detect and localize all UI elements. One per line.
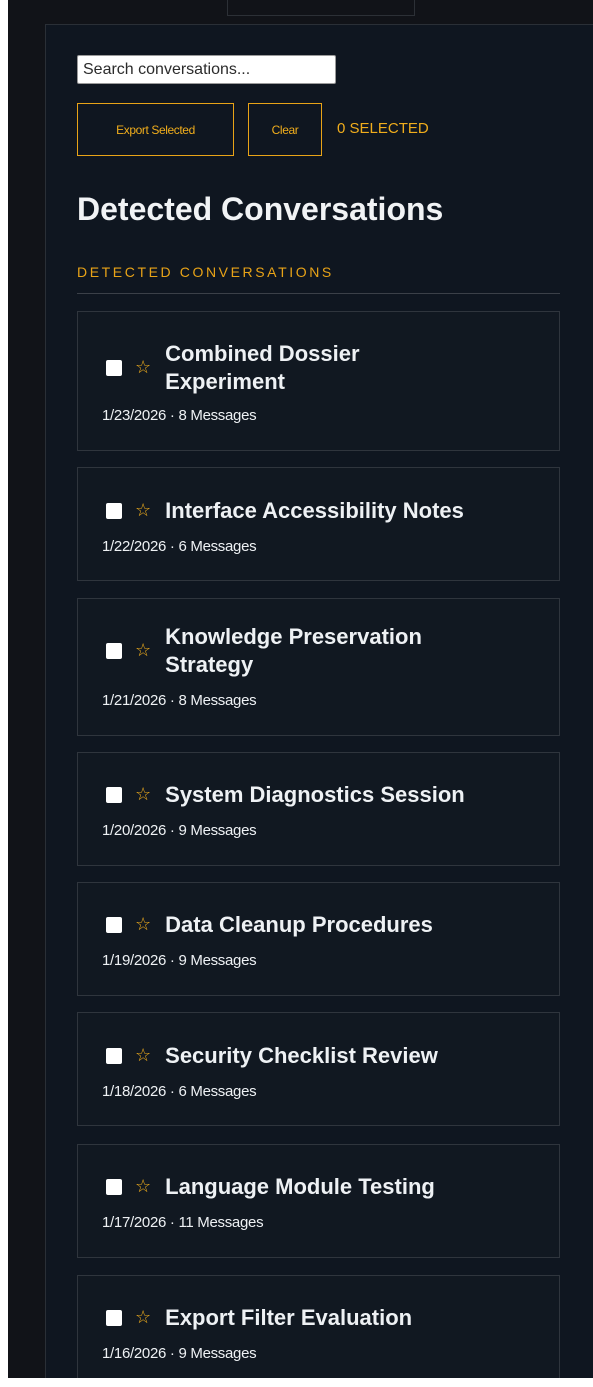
conversation-card[interactable]: ☆ Combined Dossier Experiment 1/23/2026 … [77,311,560,451]
select-checkbox[interactable] [106,917,122,933]
star-icon[interactable]: ☆ [135,502,151,520]
conversation-title[interactable]: Security Checklist Review [165,1042,505,1070]
conversation-meta: 1/18/2026 · 6 Messages [102,1083,257,1100]
select-checkbox[interactable] [106,503,122,519]
export-selected-button[interactable]: Export Selected [77,103,234,156]
conversation-card[interactable]: ☆ Export Filter Evaluation 1/16/2026 · 9… [77,1275,560,1378]
page-title: Detected Conversations [77,191,444,227]
star-icon[interactable]: ☆ [135,916,151,934]
section-heading: DETECTED CONVERSATIONS [77,264,334,280]
conversation-card[interactable]: ☆ Data Cleanup Procedures 1/19/2026 · 9 … [77,882,560,996]
top-tab-stub [227,0,415,16]
search-input[interactable] [77,55,336,84]
star-icon[interactable]: ☆ [135,1309,151,1327]
select-checkbox[interactable] [106,1310,122,1326]
star-icon[interactable]: ☆ [135,1178,151,1196]
conversation-title[interactable]: Interface Accessibility Notes [165,497,505,525]
conversation-card[interactable]: ☆ Language Module Testing 1/17/2026 · 11… [77,1144,560,1258]
select-checkbox[interactable] [106,787,122,803]
conversation-meta: 1/19/2026 · 9 Messages [102,952,257,969]
conversation-title[interactable]: Language Module Testing [165,1173,505,1201]
conversation-meta: 1/22/2026 · 6 Messages [102,538,257,555]
conversation-card[interactable]: ☆ Interface Accessibility Notes 1/22/202… [77,467,560,581]
star-icon[interactable]: ☆ [135,359,151,377]
conversation-meta: 1/23/2026 · 8 Messages [102,407,257,424]
conversation-title[interactable]: Data Cleanup Procedures [165,911,505,939]
clear-button[interactable]: Clear [248,103,322,156]
select-checkbox[interactable] [106,360,122,376]
conversation-card[interactable]: ☆ Knowledge Preservation Strategy 1/21/2… [77,598,560,736]
conversation-title[interactable]: System Diagnostics Session [165,781,505,809]
conversation-meta: 1/17/2026 · 11 Messages [102,1214,264,1231]
section-divider [77,293,560,294]
conversation-title[interactable]: Knowledge Preservation Strategy [165,623,495,679]
conversation-card[interactable]: ☆ System Diagnostics Session 1/20/2026 ·… [77,752,560,866]
select-checkbox[interactable] [106,1048,122,1064]
star-icon[interactable]: ☆ [135,642,151,660]
conversation-card[interactable]: ☆ Security Checklist Review 1/18/2026 · … [77,1012,560,1126]
star-icon[interactable]: ☆ [135,1047,151,1065]
conversation-title[interactable]: Export Filter Evaluation [165,1304,505,1332]
conversation-meta: 1/21/2026 · 8 Messages [102,692,257,709]
conversation-title[interactable]: Combined Dossier Experiment [165,340,415,396]
app-frame: Export Selected Clear 0 SELECTED Detecte… [0,0,593,1387]
conversation-meta: 1/16/2026 · 9 Messages [102,1345,257,1362]
conversation-meta: 1/20/2026 · 9 Messages [102,822,257,839]
select-checkbox[interactable] [106,1179,122,1195]
selected-count: 0 SELECTED [337,120,429,137]
star-icon[interactable]: ☆ [135,786,151,804]
select-checkbox[interactable] [106,643,122,659]
